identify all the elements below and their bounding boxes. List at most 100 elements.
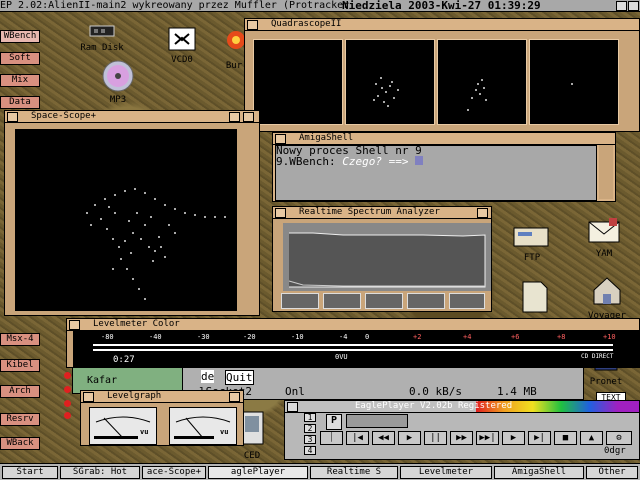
eject-button[interactable]: ⏐ [320, 431, 343, 445]
titlebar-levelmeter[interactable]: Levelmeter Color [67, 319, 639, 331]
sidebar-tab-msx[interactable]: Msx-4 [0, 333, 40, 346]
player-slot-3[interactable]: 3 [304, 435, 316, 444]
play-icon[interactable]: ▶ [398, 431, 421, 445]
titlebar-quadrascope[interactable]: QuadrascopeII [245, 19, 639, 31]
odgr-label: 0dgr [604, 446, 626, 456]
wave-mode-2-icon[interactable] [323, 293, 361, 309]
depth-icon[interactable] [243, 112, 254, 122]
flame-icon [227, 31, 245, 49]
document-icon [522, 281, 548, 313]
window-spectrum[interactable]: Realtime Spectrum Analyzer [272, 206, 492, 312]
scope-dots-4 [571, 83, 573, 85]
vcd-icon [168, 27, 196, 51]
bullet-icon [64, 372, 71, 379]
taskbar-eagleplayer[interactable]: aglePlayer [208, 466, 308, 479]
sidebar-tab-data[interactable]: Data [0, 96, 40, 109]
close-icon[interactable] [69, 320, 80, 330]
depth-gadget-icon[interactable] [616, 1, 627, 11]
icon-yam[interactable]: YAM [584, 216, 624, 259]
wave-mode-3-icon[interactable] [365, 293, 403, 309]
vu-needle-left-icon [94, 416, 151, 439]
config-icon[interactable]: ⚙ [606, 431, 632, 445]
depth-icon[interactable] [229, 392, 240, 402]
sidebar-tab-wbench[interactable]: WBench [0, 30, 40, 43]
next-icon[interactable]: ▶▶| [476, 431, 499, 445]
window-spacescope[interactable]: Space-Scope+ [4, 110, 260, 316]
titlebar-spacescope[interactable]: Space-Scope+ [5, 111, 259, 123]
window-eagleplayer[interactable]: EaglePlayer V2.02b Registered [284, 400, 640, 460]
sidebar-tab-wback[interactable]: WBack [0, 437, 40, 450]
window-levelmeter[interactable]: Levelmeter Color -80 -40 -30 -20 -10 -4 … [66, 318, 640, 368]
rewind-icon[interactable]: ◀◀ [372, 431, 395, 445]
player-slot-2[interactable]: 2 [304, 424, 316, 433]
screen-title-bar[interactable]: EP 2.02:AlienII-main2 wykreowany przez M… [0, 0, 640, 12]
close-icon[interactable] [275, 208, 286, 218]
icon-vcd[interactable]: VCD0 [162, 26, 202, 65]
play-alt-icon[interactable]: ▶ [502, 431, 525, 445]
icon-bur[interactable]: Bur [222, 28, 246, 71]
ram-disk-icon [89, 25, 115, 37]
forward-icon[interactable]: ▶▶ [450, 431, 473, 445]
position-slider[interactable] [346, 414, 408, 428]
stop-icon[interactable]: ■ [554, 431, 577, 445]
screen-title: EP 2.02:AlienII-main2 wykreowany przez M… [0, 0, 350, 11]
bars-mode-icon[interactable] [407, 293, 445, 309]
close-icon[interactable] [7, 112, 18, 122]
close-icon[interactable] [275, 134, 286, 144]
list-item-kafar[interactable]: Kafar [87, 375, 117, 386]
icon-document[interactable] [516, 280, 552, 317]
taskbar-other[interactable]: Other [586, 466, 638, 479]
window-amigashell[interactable]: AmigaShell Nowy proces Shell nr 9 9.WBen… [272, 132, 616, 202]
zoom-icon[interactable] [229, 112, 240, 122]
shell-scrollbar[interactable] [599, 145, 613, 199]
close-icon[interactable] [287, 402, 298, 412]
taskbar: Start SGrab: Hot ace-Scope+ aglePlayer R… [0, 463, 640, 480]
sidebar-tab-kibel[interactable]: Kibel [0, 359, 40, 372]
taskbar-realtime[interactable]: Realtime S [310, 466, 398, 479]
taskbar-sgrab[interactable]: SGrab: Hot [60, 466, 140, 479]
shell-input[interactable]: Czego? ==> [342, 155, 415, 168]
quit-button[interactable]: Quit [225, 370, 254, 385]
depth-icon[interactable] [477, 208, 488, 218]
shell-console[interactable]: Nowy proces Shell nr 9 9.WBench: Czego? … [275, 145, 597, 201]
sidebar-tab-mix[interactable]: Mix [0, 74, 40, 87]
level-bar-right [93, 349, 613, 351]
last-icon[interactable]: ▶| [528, 431, 551, 445]
icon-mp3[interactable]: MP3 [96, 60, 140, 105]
bullet-icon [64, 386, 71, 393]
icon-voyager[interactable]: Voyager [582, 274, 632, 321]
cd-icon [102, 60, 134, 92]
spectrum-display [283, 223, 491, 291]
titlebar-spectrum[interactable]: Realtime Spectrum Analyzer [273, 207, 491, 219]
de-button[interactable]: de [201, 370, 215, 383]
transfer-speed: 0.0 kB/s [409, 385, 462, 398]
first-icon[interactable]: |◀ [346, 431, 369, 445]
pause-icon[interactable]: || [424, 431, 447, 445]
shell-prompt-line[interactable]: 9.WBench: Czego? ==> [276, 156, 596, 167]
house-icon [593, 277, 621, 305]
close-icon[interactable] [247, 20, 258, 30]
wave-mode-1-icon[interactable] [281, 293, 319, 309]
sidebar-tab-arch[interactable]: Arch [0, 385, 40, 398]
icon-ramdisk[interactable]: Ram Disk [74, 22, 130, 53]
taskbar-levelmeter[interactable]: Levelmeter [400, 466, 492, 479]
eject-icon[interactable]: ▲ [580, 431, 603, 445]
window-levelgraph[interactable]: Levelgraph vu vu [80, 390, 244, 446]
bullet-icon [64, 400, 71, 407]
sidebar-tab-soft[interactable]: Soft [0, 52, 40, 65]
taskbar-start[interactable]: Start [2, 466, 58, 479]
playlist-button[interactable]: P [326, 414, 342, 430]
close-icon[interactable] [83, 392, 94, 402]
player-slot-4[interactable]: 4 [304, 446, 316, 455]
screen-depth-icon[interactable] [628, 1, 639, 11]
window-quadrascope[interactable]: QuadrascopeII [244, 18, 640, 132]
titlebar-eagleplayer[interactable]: EaglePlayer V2.02b Registered [285, 401, 639, 413]
taskbar-amigashell[interactable]: AmigaShell [494, 466, 584, 479]
sidebar-tab-resrv[interactable]: Resrv [0, 413, 40, 426]
player-slot-1[interactable]: 1 [304, 413, 316, 422]
icon-ftp[interactable]: FTP [510, 222, 554, 263]
space-scope-dots [86, 188, 226, 300]
taskbar-spacescope[interactable]: ace-Scope+ [142, 466, 206, 479]
titlebar-levelgraph[interactable]: Levelgraph [81, 391, 243, 403]
flat-mode-icon[interactable] [449, 293, 485, 309]
